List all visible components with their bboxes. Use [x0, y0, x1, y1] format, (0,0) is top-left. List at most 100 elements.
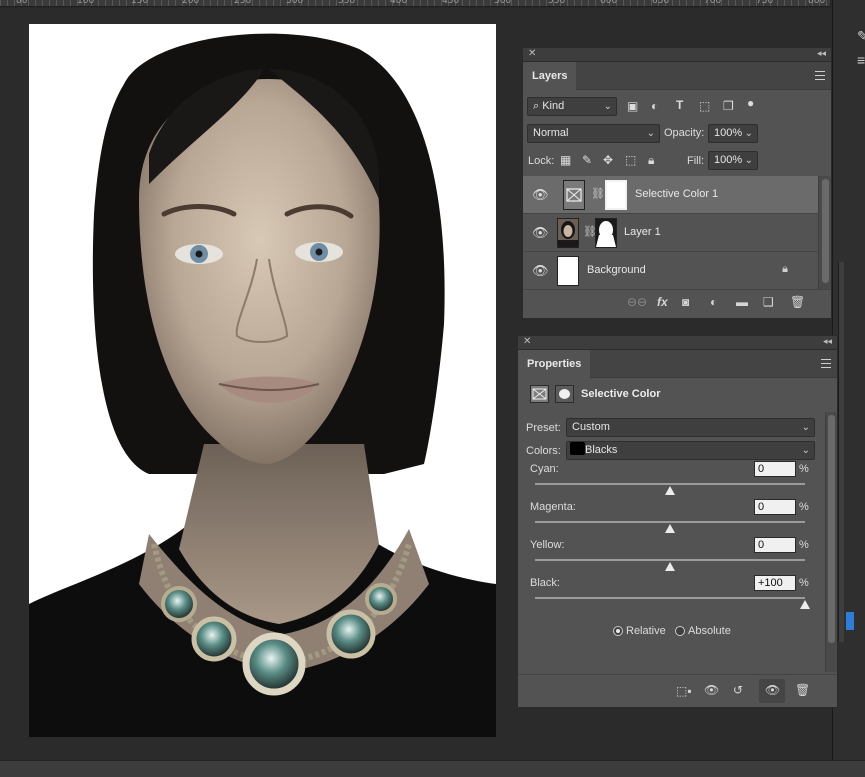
lock-artboard-icon[interactable]: ⬚: [625, 153, 636, 167]
tab-properties[interactable]: Properties: [518, 350, 591, 378]
fx-icon[interactable]: fx: [657, 295, 668, 309]
slider-track[interactable]: [535, 483, 805, 485]
layer-row-layer-1[interactable]: 👁︎ ⛓ Layer 1: [523, 214, 818, 252]
percent-label: %: [799, 463, 809, 475]
reset-icon[interactable]: ↺: [733, 683, 743, 697]
slider-value-field[interactable]: 0: [754, 537, 796, 553]
slider-value-field[interactable]: 0: [754, 461, 796, 477]
smart-object-filter-icon[interactable]: ❐: [723, 99, 734, 113]
lock-position-icon[interactable]: ✥: [603, 153, 613, 167]
ruler-number: 200: [182, 0, 200, 6]
chevron-down-icon: ⌄: [744, 128, 753, 139]
relative-label[interactable]: Relative: [626, 625, 666, 637]
lock-all-icon[interactable]: 🔒︎: [648, 153, 654, 168]
properties-title: Selective Color: [581, 388, 661, 400]
layer-mask-thumbnail[interactable]: [595, 218, 617, 248]
visibility-eye-icon[interactable]: 👁︎: [532, 225, 549, 241]
relative-radio[interactable]: [613, 626, 623, 636]
layer-row-background[interactable]: 👁︎ Background 🔒︎: [523, 252, 818, 289]
lock-pixels-icon[interactable]: ✎: [582, 153, 592, 167]
brush-tool-icon[interactable]: ✎: [857, 28, 865, 45]
shape-filter-icon[interactable]: ⬚: [699, 99, 710, 113]
ruler-number: 80: [16, 0, 28, 6]
link-layers-icon[interactable]: ⊖⊖: [627, 295, 647, 309]
collapse-icon[interactable]: ◂◂: [823, 336, 832, 347]
slider-label: Yellow:: [530, 539, 565, 551]
image-filter-icon[interactable]: ▣: [627, 99, 638, 113]
chevron-down-icon: ⌄: [603, 101, 612, 112]
slider-track[interactable]: [535, 521, 805, 523]
percent-label: %: [799, 577, 809, 589]
slider-label: Black:: [530, 577, 560, 589]
slider-knob[interactable]: [800, 600, 810, 609]
trash-icon[interactable]: 🗑︎: [790, 295, 805, 309]
panel-menu-icon[interactable]: [821, 359, 831, 368]
close-icon[interactable]: ✕: [528, 48, 536, 59]
new-group-icon[interactable]: ▬: [736, 295, 748, 309]
colors-select[interactable]: Blacks ⌄: [566, 441, 815, 460]
properties-tab-row: Properties: [518, 350, 837, 378]
search-icon: ⌕: [533, 100, 543, 112]
slider-knob[interactable]: [665, 562, 675, 571]
slider-track[interactable]: [535, 597, 805, 599]
ruler-number: 300: [286, 0, 304, 6]
opacity-label: Opacity:: [664, 127, 705, 139]
trash-icon[interactable]: 🗑︎: [795, 683, 810, 697]
lock-transparent-icon[interactable]: ▦: [560, 153, 571, 167]
layers-footer: ⊖⊖ fx ◙ ◐ ▬ ❑ 🗑︎: [523, 289, 831, 315]
slider-knob[interactable]: [665, 524, 675, 533]
fill-field[interactable]: 100% ⌄: [708, 151, 758, 170]
layers-scrollbar[interactable]: [818, 176, 831, 289]
visibility-eye-icon[interactable]: 👁︎: [532, 187, 549, 203]
layer-list: 👁︎ ⛓ Selective Color 1 👁︎ ⛓ Layer 1 👁︎ B…: [523, 176, 818, 289]
layer-filter-select[interactable]: ⌕ Kind ⌄: [527, 97, 617, 116]
slider-value-field[interactable]: 0: [754, 499, 796, 515]
properties-panel-titlebar: ✕ ◂◂: [518, 336, 837, 350]
horizontal-ruler: 80 100 150 200 250 300 350 400 450 500 550 600 650 70…: [0, 0, 830, 7]
collapse-icon[interactable]: ◂◂: [817, 48, 826, 59]
filter-toggle-icon[interactable]: ●: [747, 96, 754, 110]
properties-scrollbar-thumb[interactable]: [828, 415, 835, 643]
visibility-eye-icon: 👁︎: [765, 683, 781, 697]
type-filter-icon[interactable]: T: [676, 98, 683, 112]
layer-name: Background: [587, 264, 646, 276]
add-mask-icon[interactable]: ◙: [682, 295, 689, 309]
ruler-number: 500: [494, 0, 512, 6]
absolute-label[interactable]: Absolute: [688, 625, 731, 637]
properties-scrollbar[interactable]: [825, 412, 837, 672]
ruler-number: 400: [390, 0, 408, 6]
visibility-toggle-button[interactable]: 👁︎: [759, 679, 785, 703]
layer-row-selective-color[interactable]: 👁︎ ⛓ Selective Color 1: [523, 176, 818, 214]
absolute-radio[interactable]: [675, 626, 685, 636]
fill-label: Fill:: [687, 155, 705, 167]
close-icon[interactable]: ✕: [523, 336, 531, 347]
ruler-number: 250: [234, 0, 252, 6]
new-layer-icon[interactable]: ❑: [763, 295, 774, 309]
slider-value-field[interactable]: +100: [754, 575, 796, 591]
layer-mask-thumbnail[interactable]: [605, 180, 627, 210]
portrait-photo: [29, 33, 496, 737]
slider-track[interactable]: [535, 559, 805, 561]
blend-mode-value: Normal: [533, 127, 569, 139]
preset-select[interactable]: Custom ⌄: [566, 418, 815, 437]
clip-to-layer-icon[interactable]: ⬚▪: [676, 684, 692, 698]
slider-label: Cyan:: [530, 463, 559, 475]
layers-scrollbar-thumb[interactable]: [822, 179, 829, 283]
tab-layers[interactable]: Layers: [523, 62, 577, 90]
panel-menu-icon[interactable]: [815, 71, 825, 80]
opacity-field[interactable]: 100% ⌄: [708, 124, 758, 143]
new-adjustment-icon[interactable]: ◐: [710, 295, 717, 309]
document-canvas[interactable]: [29, 24, 496, 737]
background-thumbnail: [557, 256, 579, 286]
view-previous-state-icon[interactable]: 👁︎: [704, 683, 719, 697]
blend-mode-select[interactable]: Normal ⌄: [527, 124, 660, 143]
adjustment-type-icon[interactable]: [530, 385, 549, 403]
visibility-eye-icon[interactable]: 👁︎: [532, 263, 549, 279]
adjustment-filter-icon[interactable]: ◐: [651, 99, 658, 113]
ruler-number: 800: [808, 0, 826, 6]
properties-panel: ✕ ◂◂ Properties Selective Color Preset: …: [517, 335, 838, 708]
slider-knob[interactable]: [665, 486, 675, 495]
mask-link-icon[interactable]: ⛓: [591, 187, 605, 200]
settings-tool-icon[interactable]: ≡: [857, 52, 865, 68]
mask-icon[interactable]: [555, 385, 574, 403]
